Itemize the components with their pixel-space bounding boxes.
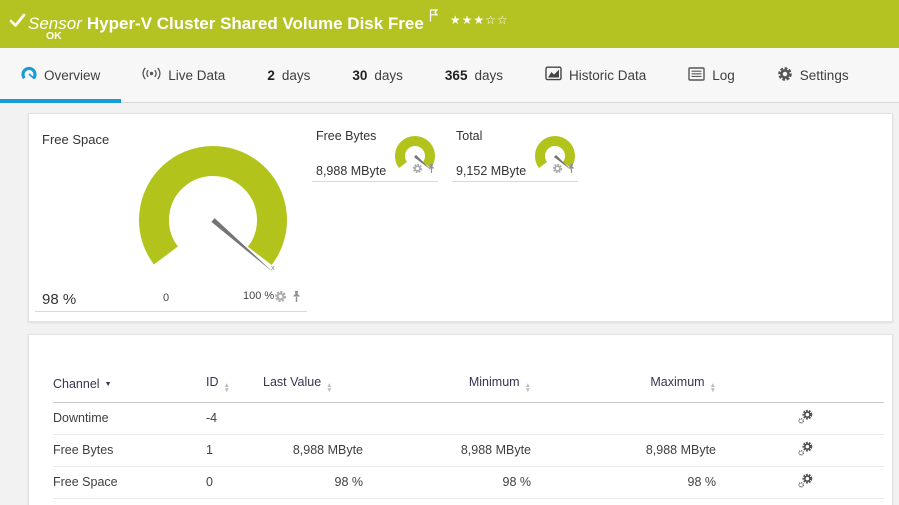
channel-id: -4 — [206, 403, 263, 435]
tab-historic-data[interactable]: Historic Data — [524, 48, 667, 102]
tab-label: Historic Data — [569, 68, 646, 83]
tab-live-data[interactable]: Live Data — [121, 48, 246, 102]
channel-maximum: 8,988 MByte — [531, 435, 716, 467]
gauge-icon — [21, 66, 37, 85]
tab-30-days[interactable]: 30 days — [331, 48, 424, 102]
table-row: Free Space 0 98 % 98 % 98 % — [53, 467, 884, 499]
gear-icon — [777, 66, 793, 85]
channel-settings-gears-icon[interactable] — [798, 473, 813, 491]
sort-desc-icon: ▼ — [105, 381, 112, 388]
tab-log[interactable]: Log — [667, 48, 756, 102]
channel-maximum — [531, 403, 716, 435]
channel-last-value: 8,988 MByte — [263, 435, 363, 467]
tab-label: Log — [712, 68, 735, 83]
tab-2-days[interactable]: 2 days — [246, 48, 331, 102]
gauge-card-total[interactable]: Total x 9,152 MByte — [452, 126, 578, 182]
channel-settings-gears-icon[interactable] — [798, 409, 813, 427]
table-header-row: Channel▼ ID▲▼ Last Value▲▼ Minimum▲▼ Max… — [53, 367, 884, 403]
gauge-title: Total — [456, 129, 482, 143]
gauge-settings-gear-icon[interactable] — [412, 161, 423, 179]
gauge-scale-max: 100 % — [243, 290, 274, 302]
channel-id: 2 — [206, 499, 263, 505]
channel-minimum: 9,152 MByte — [363, 499, 531, 505]
priority-stars[interactable]: ★★★☆☆ — [450, 13, 509, 27]
star-empty-icon[interactable]: ☆☆ — [485, 13, 509, 27]
column-header-maximum[interactable]: Maximum▲▼ — [531, 367, 716, 403]
channel-last-value: 98 % — [263, 467, 363, 499]
chart-icon — [545, 66, 562, 84]
tab-overview[interactable]: Overview — [0, 48, 121, 102]
tab-365-days[interactable]: 365 days — [424, 48, 524, 102]
pin-icon[interactable] — [427, 161, 436, 179]
channel-id: 0 — [206, 467, 263, 499]
tab-label: days — [474, 68, 503, 83]
overview-gauges-panel: Free Space x 0 100 % 98 % Free Bytes x 8… — [28, 113, 893, 322]
table-row: Total 2 9,152 MByte 9,152 MByte 9,152 MB… — [53, 499, 884, 505]
tab-label: Settings — [800, 68, 849, 83]
channel-maximum: 9,152 MByte — [531, 499, 716, 505]
log-icon — [688, 67, 705, 84]
needle-end-marker: x — [271, 263, 275, 272]
pin-icon[interactable] — [567, 161, 576, 179]
column-header-channel[interactable]: Channel▼ — [53, 367, 206, 403]
channel-minimum: 8,988 MByte — [363, 435, 531, 467]
gauge-card-free-bytes[interactable]: Free Bytes x 8,988 MByte — [312, 126, 438, 182]
page-title: Hyper-V Cluster Shared Volume Disk Free — [87, 14, 424, 33]
gauge-settings-gear-icon[interactable] — [274, 290, 287, 308]
tab-label: days — [374, 68, 403, 83]
channel-last-value: 9,152 MByte — [263, 499, 363, 505]
gauge-title: Free Space — [42, 132, 109, 147]
pin-icon[interactable] — [291, 290, 302, 308]
main-content: Free Space x 0 100 % 98 % Free Bytes x 8… — [0, 103, 899, 505]
priority-flag-icon[interactable] — [429, 7, 438, 26]
sensor-header: SensorHyper-V Cluster Shared Volume Disk… — [0, 0, 899, 48]
sort-icon: ▲▼ — [326, 383, 332, 393]
channel-name: Free Bytes — [53, 435, 206, 467]
gauge-settings-gear-icon[interactable] — [552, 161, 563, 179]
channel-table: Channel▼ ID▲▼ Last Value▲▼ Minimum▲▼ Max… — [53, 367, 884, 505]
free-space-gauge[interactable]: x — [128, 144, 298, 304]
column-header-last-value[interactable]: Last Value▲▼ — [263, 367, 363, 403]
channel-name: Total — [53, 499, 206, 505]
status-badge: OK — [46, 30, 62, 42]
tab-label: Overview — [44, 68, 100, 83]
column-header-actions — [716, 367, 884, 403]
live-icon — [142, 67, 161, 83]
channel-name: Downtime — [53, 403, 206, 435]
sort-icon: ▲▼ — [710, 383, 716, 393]
sort-icon: ▲▼ — [224, 383, 230, 393]
status-ok-check-icon — [9, 13, 26, 33]
tab-bar: Overview Live Data 2 days 30 days 365 da… — [0, 48, 899, 103]
channel-settings-gears-icon[interactable] — [798, 441, 813, 459]
column-header-minimum[interactable]: Minimum▲▼ — [363, 367, 531, 403]
tab-label: days — [282, 68, 311, 83]
table-row: Downtime -4 — [53, 403, 884, 435]
tab-number: 30 — [352, 68, 367, 83]
gauge-title: Free Bytes — [316, 129, 376, 143]
table-row: Free Bytes 1 8,988 MByte 8,988 MByte 8,9… — [53, 435, 884, 467]
channel-minimum: 98 % — [363, 467, 531, 499]
sort-icon: ▲▼ — [525, 383, 531, 393]
tab-number: 365 — [445, 68, 468, 83]
tab-number: 2 — [267, 68, 275, 83]
tab-label: Live Data — [168, 68, 225, 83]
gauge-value: 98 % — [42, 291, 76, 308]
column-header-id[interactable]: ID▲▼ — [206, 367, 263, 403]
star-filled-icon[interactable]: ★★★ — [450, 13, 485, 27]
tab-settings[interactable]: Settings — [756, 48, 870, 102]
gauge-card-free-space[interactable]: Free Space x 0 100 % 98 % — [35, 126, 307, 312]
channel-table-panel: Channel▼ ID▲▼ Last Value▲▼ Minimum▲▼ Max… — [28, 334, 893, 505]
channel-maximum: 98 % — [531, 467, 716, 499]
gauge-scale-min: 0 — [163, 292, 169, 304]
gauge-value: 8,988 MByte — [316, 164, 386, 178]
gauge-value: 9,152 MByte — [456, 164, 526, 178]
channel-minimum — [363, 403, 531, 435]
channel-id: 1 — [206, 435, 263, 467]
channel-name: Free Space — [53, 467, 206, 499]
channel-last-value — [263, 403, 363, 435]
